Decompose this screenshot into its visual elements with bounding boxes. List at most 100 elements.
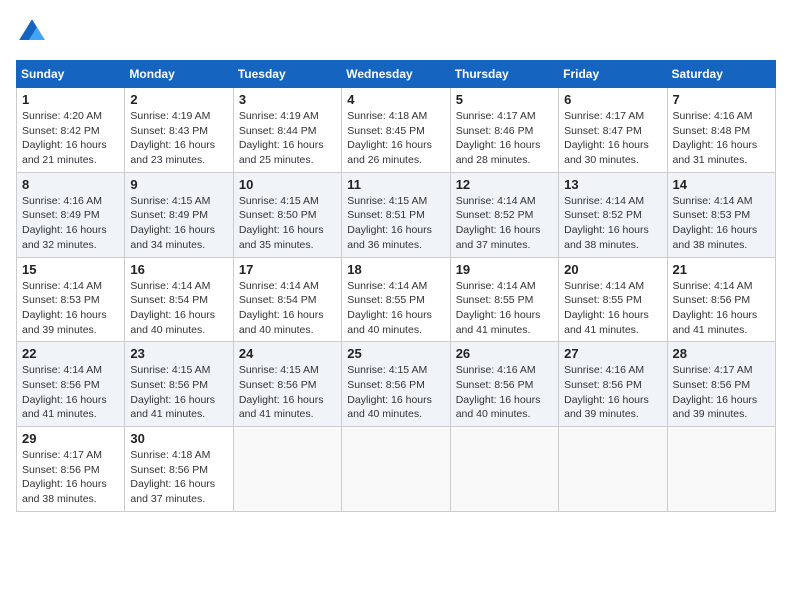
day-info: Sunrise: 4:15 AMSunset: 8:49 PMDaylight:… xyxy=(130,195,215,251)
day-number: 7 xyxy=(673,92,770,107)
calendar-table: SundayMondayTuesdayWednesdayThursdayFrid… xyxy=(16,60,776,512)
day-number: 2 xyxy=(130,92,227,107)
calendar-cell: 4 Sunrise: 4:18 AMSunset: 8:45 PMDaylight… xyxy=(342,88,450,173)
day-info: Sunrise: 4:14 AMSunset: 8:53 PMDaylight:… xyxy=(673,195,758,251)
calendar-cell: 14 Sunrise: 4:14 AMSunset: 8:53 PMDayligh… xyxy=(667,172,775,257)
logo xyxy=(16,16,52,48)
day-number: 9 xyxy=(130,177,227,192)
calendar-cell: 27 Sunrise: 4:16 AMSunset: 8:56 PMDayligh… xyxy=(559,342,667,427)
calendar-cell: 18 Sunrise: 4:14 AMSunset: 8:55 PMDayligh… xyxy=(342,257,450,342)
column-header-monday: Monday xyxy=(125,61,233,88)
calendar-cell: 12Sunrise: 4:14 AMSunset: 8:52 PMDayligh… xyxy=(450,172,558,257)
day-number: 23 xyxy=(130,346,227,361)
day-number: 29 xyxy=(22,431,119,446)
day-info: Sunrise: 4:14 AMSunset: 8:54 PMDaylight:… xyxy=(239,280,324,336)
day-number: 15 xyxy=(22,262,119,277)
calendar-cell: 9 Sunrise: 4:15 AMSunset: 8:49 PMDaylight… xyxy=(125,172,233,257)
calendar-cell xyxy=(667,427,775,512)
day-number: 4 xyxy=(347,92,444,107)
day-info: Sunrise: 4:14 AMSunset: 8:56 PMDaylight:… xyxy=(22,364,107,420)
day-number: 14 xyxy=(673,177,770,192)
calendar-cell: 20Sunrise: 4:14 AMSunset: 8:55 PMDayligh… xyxy=(559,257,667,342)
column-header-friday: Friday xyxy=(559,61,667,88)
calendar-cell: 10 Sunrise: 4:15 AMSunset: 8:50 PMDayligh… xyxy=(233,172,341,257)
column-header-tuesday: Tuesday xyxy=(233,61,341,88)
day-info: Sunrise: 4:15 AMSunset: 8:50 PMDaylight:… xyxy=(239,195,324,251)
calendar-cell: 23 Sunrise: 4:15 AMSunset: 8:56 PMDayligh… xyxy=(125,342,233,427)
calendar-cell: 13 Sunrise: 4:14 AMSunset: 8:52 PMDayligh… xyxy=(559,172,667,257)
day-info: Sunrise: 4:17 AMSunset: 8:47 PMDaylight:… xyxy=(564,110,649,166)
day-info: Sunrise: 4:18 AMSunset: 8:45 PMDaylight:… xyxy=(347,110,432,166)
calendar-cell: 21 Sunrise: 4:14 AMSunset: 8:56 PMDayligh… xyxy=(667,257,775,342)
calendar-week-1: 1 Sunrise: 4:20 AMSunset: 8:42 PMDaylight… xyxy=(17,88,776,173)
calendar-week-2: 8Sunrise: 4:16 AMSunset: 8:49 PMDaylight… xyxy=(17,172,776,257)
day-info: Sunrise: 4:19 AMSunset: 8:43 PMDaylight:… xyxy=(130,110,215,166)
calendar-week-5: 29Sunrise: 4:17 AMSunset: 8:56 PMDayligh… xyxy=(17,427,776,512)
day-info: Sunrise: 4:16 AMSunset: 8:48 PMDaylight:… xyxy=(673,110,758,166)
day-number: 13 xyxy=(564,177,661,192)
day-info: Sunrise: 4:14 AMSunset: 8:54 PMDaylight:… xyxy=(130,280,215,336)
day-number: 3 xyxy=(239,92,336,107)
calendar-cell: 19 Sunrise: 4:14 AMSunset: 8:55 PMDayligh… xyxy=(450,257,558,342)
calendar-cell: 3 Sunrise: 4:19 AMSunset: 8:44 PMDaylight… xyxy=(233,88,341,173)
day-number: 27 xyxy=(564,346,661,361)
day-info: Sunrise: 4:14 AMSunset: 8:52 PMDaylight:… xyxy=(564,195,649,251)
day-number: 5 xyxy=(456,92,553,107)
day-number: 28 xyxy=(673,346,770,361)
calendar-body: 1 Sunrise: 4:20 AMSunset: 8:42 PMDaylight… xyxy=(17,88,776,512)
day-info: Sunrise: 4:16 AMSunset: 8:49 PMDaylight:… xyxy=(22,195,107,251)
day-info: Sunrise: 4:16 AMSunset: 8:56 PMDaylight:… xyxy=(456,364,541,420)
logo-icon xyxy=(16,16,48,48)
day-info: Sunrise: 4:19 AMSunset: 8:44 PMDaylight:… xyxy=(239,110,324,166)
calendar-cell: 16 Sunrise: 4:14 AMSunset: 8:54 PMDayligh… xyxy=(125,257,233,342)
calendar-cell: 15Sunrise: 4:14 AMSunset: 8:53 PMDayligh… xyxy=(17,257,125,342)
day-info: Sunrise: 4:20 AMSunset: 8:42 PMDaylight:… xyxy=(22,110,107,166)
day-info: Sunrise: 4:14 AMSunset: 8:56 PMDaylight:… xyxy=(673,280,758,336)
day-info: Sunrise: 4:15 AMSunset: 8:51 PMDaylight:… xyxy=(347,195,432,251)
column-header-thursday: Thursday xyxy=(450,61,558,88)
page-header xyxy=(16,16,776,48)
calendar-cell: 5Sunrise: 4:17 AMSunset: 8:46 PMDaylight… xyxy=(450,88,558,173)
day-number: 21 xyxy=(673,262,770,277)
calendar-cell: 17 Sunrise: 4:14 AMSunset: 8:54 PMDayligh… xyxy=(233,257,341,342)
day-number: 18 xyxy=(347,262,444,277)
day-number: 11 xyxy=(347,177,444,192)
day-info: Sunrise: 4:14 AMSunset: 8:52 PMDaylight:… xyxy=(456,195,541,251)
day-number: 1 xyxy=(22,92,119,107)
day-number: 17 xyxy=(239,262,336,277)
calendar-cell: 26 Sunrise: 4:16 AMSunset: 8:56 PMDayligh… xyxy=(450,342,558,427)
day-info: Sunrise: 4:14 AMSunset: 8:55 PMDaylight:… xyxy=(564,280,649,336)
day-number: 6 xyxy=(564,92,661,107)
calendar-cell: 30 Sunrise: 4:18 AMSunset: 8:56 PMDayligh… xyxy=(125,427,233,512)
day-info: Sunrise: 4:14 AMSunset: 8:55 PMDaylight:… xyxy=(347,280,432,336)
calendar-cell xyxy=(342,427,450,512)
day-info: Sunrise: 4:15 AMSunset: 8:56 PMDaylight:… xyxy=(347,364,432,420)
calendar-cell: 24Sunrise: 4:15 AMSunset: 8:56 PMDayligh… xyxy=(233,342,341,427)
calendar-cell xyxy=(233,427,341,512)
day-number: 16 xyxy=(130,262,227,277)
day-info: Sunrise: 4:18 AMSunset: 8:56 PMDaylight:… xyxy=(130,449,215,505)
calendar-cell: 7 Sunrise: 4:16 AMSunset: 8:48 PMDaylight… xyxy=(667,88,775,173)
day-number: 19 xyxy=(456,262,553,277)
day-number: 26 xyxy=(456,346,553,361)
calendar-cell: 1 Sunrise: 4:20 AMSunset: 8:42 PMDaylight… xyxy=(17,88,125,173)
calendar-week-4: 22 Sunrise: 4:14 AMSunset: 8:56 PMDayligh… xyxy=(17,342,776,427)
day-number: 10 xyxy=(239,177,336,192)
day-info: Sunrise: 4:17 AMSunset: 8:56 PMDaylight:… xyxy=(673,364,758,420)
day-number: 24 xyxy=(239,346,336,361)
calendar-cell xyxy=(450,427,558,512)
calendar-cell: 6 Sunrise: 4:17 AMSunset: 8:47 PMDaylight… xyxy=(559,88,667,173)
column-header-wednesday: Wednesday xyxy=(342,61,450,88)
calendar-cell: 22 Sunrise: 4:14 AMSunset: 8:56 PMDayligh… xyxy=(17,342,125,427)
calendar-week-3: 15Sunrise: 4:14 AMSunset: 8:53 PMDayligh… xyxy=(17,257,776,342)
day-number: 30 xyxy=(130,431,227,446)
calendar-header-row: SundayMondayTuesdayWednesdayThursdayFrid… xyxy=(17,61,776,88)
calendar-cell: 28 Sunrise: 4:17 AMSunset: 8:56 PMDayligh… xyxy=(667,342,775,427)
day-info: Sunrise: 4:16 AMSunset: 8:56 PMDaylight:… xyxy=(564,364,649,420)
calendar-cell: 25Sunrise: 4:15 AMSunset: 8:56 PMDayligh… xyxy=(342,342,450,427)
day-info: Sunrise: 4:15 AMSunset: 8:56 PMDaylight:… xyxy=(130,364,215,420)
calendar-cell: 2 Sunrise: 4:19 AMSunset: 8:43 PMDaylight… xyxy=(125,88,233,173)
calendar-cell: 29Sunrise: 4:17 AMSunset: 8:56 PMDayligh… xyxy=(17,427,125,512)
day-info: Sunrise: 4:14 AMSunset: 8:55 PMDaylight:… xyxy=(456,280,541,336)
day-number: 22 xyxy=(22,346,119,361)
